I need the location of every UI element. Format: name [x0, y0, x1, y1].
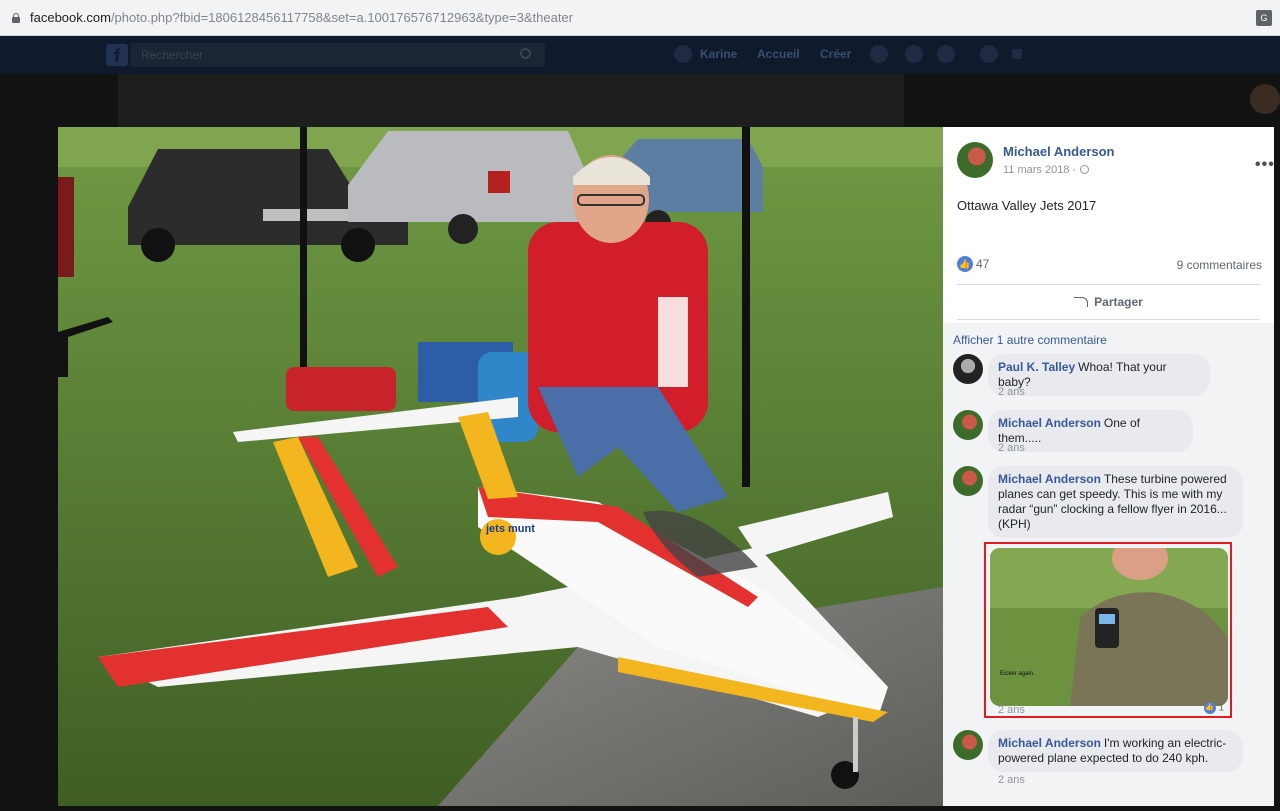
reactions-bar: 👍 47 9 commentaires [957, 256, 1262, 274]
nav-home[interactable]: Accueil [757, 47, 800, 61]
divider [957, 284, 1260, 285]
attachment-reactions[interactable]: 👍 1 [1203, 702, 1224, 714]
commenter-avatar[interactable] [953, 466, 983, 496]
comment-time[interactable]: 2 ans [998, 386, 1025, 398]
share-label: Partager [1094, 295, 1143, 309]
profile-avatar-icon[interactable] [674, 45, 692, 63]
browser-address-bar[interactable]: facebook.com/photo.php?fbid=180612845611… [0, 0, 1280, 36]
divider [957, 319, 1260, 320]
photo-image: jets munt [58, 127, 943, 806]
search-input[interactable]: Rechercher [131, 43, 545, 67]
post-author[interactable]: Michael Anderson [1003, 144, 1114, 159]
globe-icon [1080, 165, 1090, 174]
attachment-like-count: 1 [1218, 702, 1224, 714]
background-page [118, 74, 904, 128]
post-date[interactable]: 11 mars 2018 · [1003, 164, 1090, 176]
friends-icon[interactable] [870, 45, 888, 63]
comment-attachment-image[interactable]: Eicker again. [990, 548, 1228, 706]
more-options-icon[interactable]: ••• [1255, 156, 1274, 174]
post-date-text: 11 mars 2018 · [1003, 164, 1077, 176]
lock-icon [12, 12, 20, 23]
like-icon[interactable]: 👍 [957, 256, 973, 272]
share-icon [1074, 297, 1089, 307]
comment-time[interactable]: 2 ans [998, 442, 1025, 454]
url-text[interactable]: facebook.com/photo.php?fbid=180612845611… [30, 10, 573, 25]
commenter-avatar[interactable] [953, 410, 983, 440]
author-avatar[interactable] [957, 142, 993, 178]
show-more-comments-link[interactable]: Afficher 1 autre commentaire [953, 333, 1107, 347]
background-avatar [1250, 84, 1280, 114]
nav-create[interactable]: Créer [820, 47, 851, 61]
facebook-logo-icon[interactable]: f [106, 44, 128, 66]
commenter-name[interactable]: Michael Anderson [998, 416, 1101, 430]
commenter-name[interactable]: Paul K. Talley [998, 360, 1075, 374]
plane-brand-label: jets munt [485, 523, 535, 535]
messenger-icon[interactable] [905, 45, 923, 63]
nav-profile[interactable]: Karine [700, 47, 737, 61]
notifications-icon[interactable] [937, 45, 955, 63]
comment-bubble: Michael Anderson I'm working an electric-… [988, 730, 1243, 772]
comment-time[interactable]: 2 ans [998, 704, 1025, 716]
post-caption: Ottawa Valley Jets 2017 [957, 198, 1097, 213]
comment-bubble: Michael Anderson These turbine powered pl… [988, 466, 1243, 538]
translate-icon[interactable]: G [1256, 10, 1272, 26]
search-placeholder: Rechercher [141, 48, 204, 62]
url-host: facebook.com [30, 10, 111, 25]
url-path: /photo.php?fbid=1806128456117758&set=a.1… [110, 10, 573, 25]
comment-time[interactable]: 2 ans [998, 774, 1025, 786]
commenter-avatar[interactable] [953, 730, 983, 760]
red-cooler [286, 367, 396, 411]
commenter-avatar[interactable] [953, 354, 983, 384]
share-button[interactable]: Partager [957, 289, 1260, 315]
search-icon[interactable] [520, 48, 531, 59]
attachment-caption: Eicker again. [1000, 671, 1035, 677]
commenter-name[interactable]: Michael Anderson [998, 472, 1101, 486]
comments-section: Afficher 1 autre commentaire Paul K. Tal… [943, 323, 1274, 806]
photo-viewer[interactable]: jets munt [58, 127, 943, 806]
help-icon[interactable] [980, 45, 998, 63]
attachment-photo: Eicker again. [990, 548, 1228, 706]
like-icon: 👍 [1203, 702, 1216, 714]
post-side-panel: Michael Anderson 11 mars 2018 · ••• Otta… [943, 127, 1274, 806]
commenter-name[interactable]: Michael Anderson [998, 736, 1101, 750]
post-header: Michael Anderson 11 mars 2018 · ••• [957, 142, 1274, 182]
comments-count[interactable]: 9 commentaires [1177, 258, 1262, 272]
comment-attachment-highlight[interactable]: Eicker again. 👍 1 [984, 542, 1232, 718]
like-count[interactable]: 47 [976, 257, 989, 271]
chevron-down-icon[interactable] [1012, 49, 1022, 59]
